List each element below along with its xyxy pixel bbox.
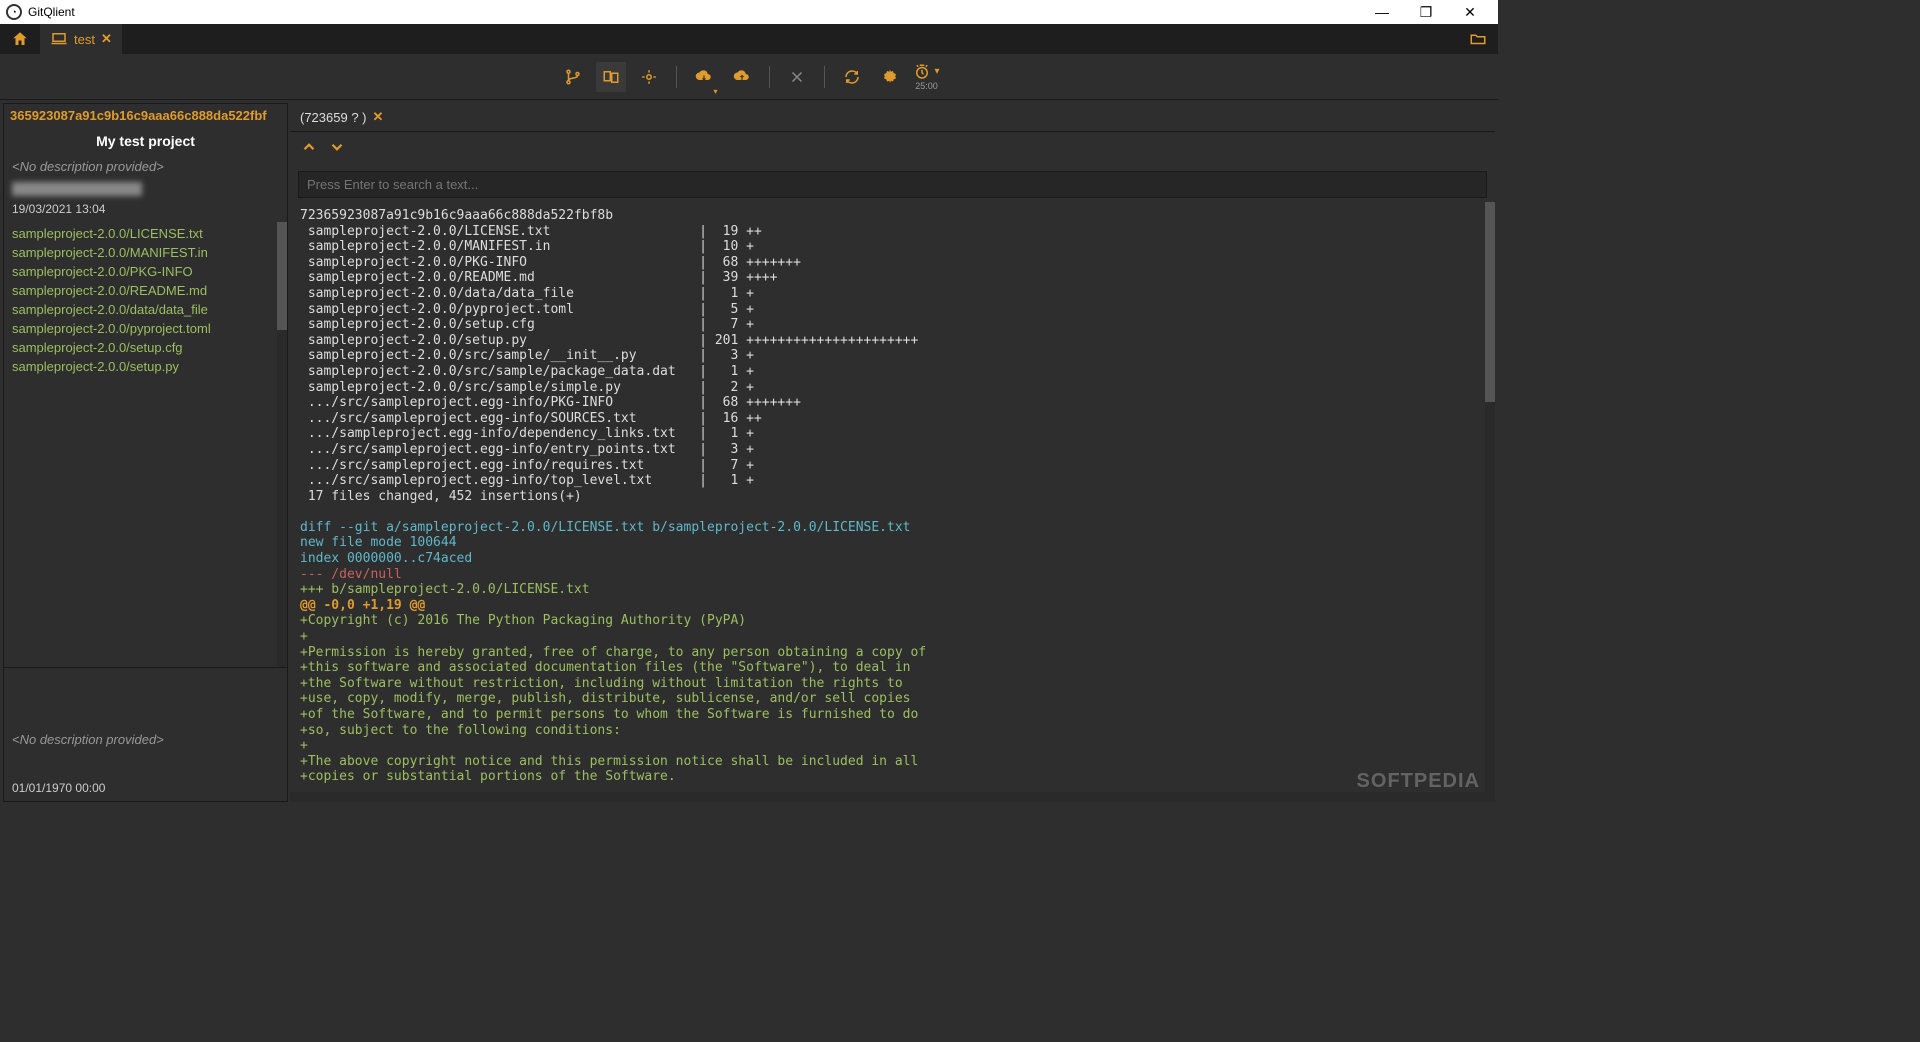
project-description: <No description provided>	[4, 155, 287, 178]
file-item[interactable]: sampleproject-2.0.0/README.md	[4, 281, 287, 300]
scrollbar-vertical[interactable]	[1485, 202, 1495, 792]
file-item[interactable]: sampleproject-2.0.0/PKG-INFO	[4, 262, 287, 281]
blame-button[interactable]	[634, 62, 664, 92]
settings-button[interactable]	[875, 62, 905, 92]
file-item[interactable]: sampleproject-2.0.0/MANIFEST.in	[4, 243, 287, 262]
tools-icon	[788, 68, 806, 86]
cloud-down-icon	[695, 68, 713, 86]
home-button[interactable]	[0, 24, 40, 54]
next-diff-button[interactable]	[328, 138, 346, 161]
commit-date: 19/03/2021 13:04	[4, 200, 287, 222]
pomodoro-time: 25:00	[915, 81, 938, 91]
laptop-icon	[50, 30, 68, 48]
tabbar: test ✕	[0, 24, 1498, 54]
file-item[interactable]: sampleproject-2.0.0/setup.cfg	[4, 338, 287, 357]
commit-hash: 365923087a91c9b16c9aaa66c888da522fbf	[4, 104, 287, 127]
push-button[interactable]	[727, 62, 757, 92]
home-icon	[11, 30, 29, 48]
pull-button[interactable]: ▾	[689, 62, 719, 92]
folder-open-icon	[1469, 30, 1487, 48]
tab-test[interactable]: test ✕	[40, 24, 122, 54]
main-panel: (723659 ? ) ✕ 72365923087a91c9b16c9aaa66…	[290, 103, 1495, 802]
prev-diff-button[interactable]	[300, 138, 318, 161]
chevron-up-icon	[300, 138, 318, 156]
app-icon: ◔	[6, 4, 22, 20]
project-name: My test project	[4, 127, 287, 155]
maximize-button[interactable]: ❐	[1404, 0, 1448, 24]
separator	[676, 66, 677, 88]
refresh-icon	[843, 68, 861, 86]
branch-icon	[564, 68, 582, 86]
cloud-up-icon	[733, 68, 751, 86]
minimize-button[interactable]: —	[1360, 0, 1404, 24]
file-item[interactable]: sampleproject-2.0.0/data/data_file	[4, 300, 287, 319]
tools-button[interactable]	[782, 62, 812, 92]
branch-button[interactable]	[558, 62, 588, 92]
bottom-description: <No description provided>	[4, 728, 287, 751]
toolbar: ▾ ▾ 25:00	[0, 54, 1498, 100]
diff-icon	[602, 68, 620, 86]
sidebar: 365923087a91c9b16c9aaa66c888da522fbf My …	[3, 103, 288, 802]
refresh-button[interactable]	[837, 62, 867, 92]
chevron-down-icon	[328, 138, 346, 156]
pomodoro-widget[interactable]: ▾ 25:00	[913, 63, 939, 91]
target-icon	[640, 68, 658, 86]
scrollbar-thumb[interactable]	[277, 222, 287, 330]
scrollbar-horizontal[interactable]	[290, 792, 1495, 802]
author-row	[4, 178, 287, 200]
diff-tab: (723659 ? ) ✕	[290, 103, 1495, 132]
clock-icon	[913, 63, 931, 81]
open-folder-button[interactable]	[1458, 24, 1498, 54]
search-input[interactable]	[298, 171, 1487, 198]
scrollbar[interactable]	[277, 222, 287, 667]
watermark: SOFTPEDIA	[1357, 770, 1480, 793]
file-item[interactable]: sampleproject-2.0.0/LICENSE.txt	[4, 224, 287, 243]
close-button[interactable]: ✕	[1448, 0, 1492, 24]
diff-tab-close[interactable]: ✕	[373, 109, 384, 125]
diff-tab-label: (723659 ? )	[300, 110, 367, 125]
file-item[interactable]: sampleproject-2.0.0/setup.py	[4, 357, 287, 376]
tab-label: test	[74, 32, 95, 47]
file-list[interactable]: sampleproject-2.0.0/LICENSE.txtsamplepro…	[4, 222, 287, 667]
tab-close-button[interactable]: ✕	[101, 31, 112, 47]
separator	[824, 66, 825, 88]
author-blurred	[12, 182, 142, 196]
separator	[769, 66, 770, 88]
window-title: GitQlient	[28, 5, 1360, 19]
diff-view[interactable]: 72365923087a91c9b16c9aaa66c888da522fbf8b…	[290, 202, 1495, 792]
scrollbar-thumb[interactable]	[1485, 202, 1495, 402]
bottom-date: 01/01/1970 00:00	[4, 779, 287, 801]
titlebar: ◔ GitQlient — ❐ ✕	[0, 0, 1498, 24]
gear-icon	[881, 68, 899, 86]
diff-button[interactable]	[596, 62, 626, 92]
file-item[interactable]: sampleproject-2.0.0/pyproject.toml	[4, 319, 287, 338]
